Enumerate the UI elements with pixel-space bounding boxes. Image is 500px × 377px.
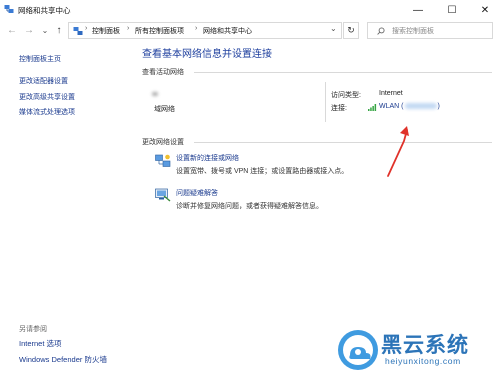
maximize-button[interactable]: ☐ xyxy=(437,0,467,20)
watermark-title: 黑云系统 xyxy=(381,334,469,357)
breadcrumb-network-center[interactable]: 网络和共享中心 xyxy=(203,26,252,36)
close-icon: ✕ xyxy=(480,4,490,16)
sidebar-item-control-panel-home[interactable]: 控制面板主页 xyxy=(19,54,61,64)
back-button[interactable]: ← xyxy=(5,23,19,37)
breadcrumb-separator: › xyxy=(195,25,198,32)
wlan-connection-link[interactable]: WLAN () xyxy=(379,103,440,110)
vertical-divider xyxy=(325,82,326,122)
navigation-bar: ← → ⌄ ↑ › 控制面板 › 所有控制面板项 › 网络和共享中心 ⌄ ↻ 搜… xyxy=(0,20,500,42)
troubleshoot-icon xyxy=(155,188,171,202)
cloud-logo-icon xyxy=(338,330,378,370)
title-bar: 网络和共享中心 — ☐ ✕ xyxy=(0,0,500,20)
internet-options-link[interactable]: Internet 选项 xyxy=(19,338,62,349)
windows-defender-firewall-link[interactable]: Windows Defender 防火墙 xyxy=(19,354,107,365)
minimize-icon: — xyxy=(413,4,423,16)
section-divider xyxy=(194,72,492,73)
search-box[interactable]: 搜索控制面板 xyxy=(367,22,493,39)
access-type-value: Internet xyxy=(379,90,403,97)
forward-button[interactable]: → xyxy=(22,23,36,37)
sidebar-item-change-adapter-settings[interactable]: 更改适配器设置 xyxy=(19,76,68,86)
wifi-signal-icon xyxy=(368,104,377,111)
wlan-connection-suffix: ) xyxy=(437,103,440,110)
back-arrow-icon: ← xyxy=(7,24,17,36)
search-icon xyxy=(377,27,385,35)
refresh-button[interactable]: ↻ xyxy=(343,22,359,39)
address-dropdown-icon[interactable]: ⌄ xyxy=(330,24,337,33)
search-placeholder: 搜索控制面板 xyxy=(392,28,434,35)
recent-locations-button[interactable]: ⌄ xyxy=(38,23,52,37)
sidebar-item-media-streaming[interactable]: 媒体流式处理选项 xyxy=(19,107,75,117)
minimize-button[interactable]: — xyxy=(403,0,433,20)
troubleshoot-problems-description: 诊断并修复网络问题，或者获得疑难解答信息。 xyxy=(176,203,323,210)
breadcrumb-all-items[interactable]: 所有控制面板项 xyxy=(135,26,184,36)
setup-new-connection-description: 设置宽带、拨号或 VPN 连接；或设置路由器或接入点。 xyxy=(176,168,349,175)
active-networks-label: 查看活动网络 xyxy=(142,69,184,76)
troubleshoot-problems-link[interactable]: 问题疑难解答 xyxy=(176,188,218,198)
page-title: 查看基本网络信息并设置连接 xyxy=(142,49,272,60)
ssid-redacted xyxy=(404,103,437,110)
forward-arrow-icon: → xyxy=(24,24,34,36)
breadcrumb-separator: › xyxy=(127,25,130,32)
sidebar-item-advanced-sharing[interactable]: 更改高级共享设置 xyxy=(19,92,75,102)
breadcrumb-separator: › xyxy=(85,25,88,32)
wlan-connection-name: WLAN ( xyxy=(379,103,404,110)
up-arrow-icon: ↑ xyxy=(56,24,62,36)
refresh-icon: ↻ xyxy=(347,25,355,35)
see-also-label: 另请参阅 xyxy=(19,326,47,333)
setup-new-connection-link[interactable]: 设置新的连接或网络 xyxy=(176,153,239,163)
network-name-redacted xyxy=(152,92,158,96)
up-button[interactable]: ↑ xyxy=(52,23,66,37)
change-settings-label: 更改网络设置 xyxy=(142,139,184,146)
control-panel-icon xyxy=(73,27,83,35)
connections-label: 连接: xyxy=(331,105,347,112)
access-type-label: 访问类型: xyxy=(331,92,361,99)
watermark-url: heiyunxitong.com xyxy=(385,356,461,366)
sidebar: 控制面板主页 更改适配器设置 更改高级共享设置 媒体流式处理选项 另请参阅 In… xyxy=(0,42,128,377)
new-connection-icon xyxy=(155,154,171,167)
watermark-logo: 黑云系统 heiyunxitong.com xyxy=(335,325,500,377)
chevron-down-icon: ⌄ xyxy=(41,25,49,35)
maximize-icon: ☐ xyxy=(447,4,457,16)
window-title: 网络和共享中心 xyxy=(18,6,71,15)
breadcrumb-control-panel[interactable]: 控制面板 xyxy=(92,26,120,36)
close-button[interactable]: ✕ xyxy=(470,0,500,20)
section-divider xyxy=(194,142,492,143)
network-center-icon xyxy=(4,5,14,13)
network-type[interactable]: 域网络 xyxy=(154,104,175,114)
address-bar[interactable]: › 控制面板 › 所有控制面板项 › 网络和共享中心 ⌄ xyxy=(68,22,342,39)
